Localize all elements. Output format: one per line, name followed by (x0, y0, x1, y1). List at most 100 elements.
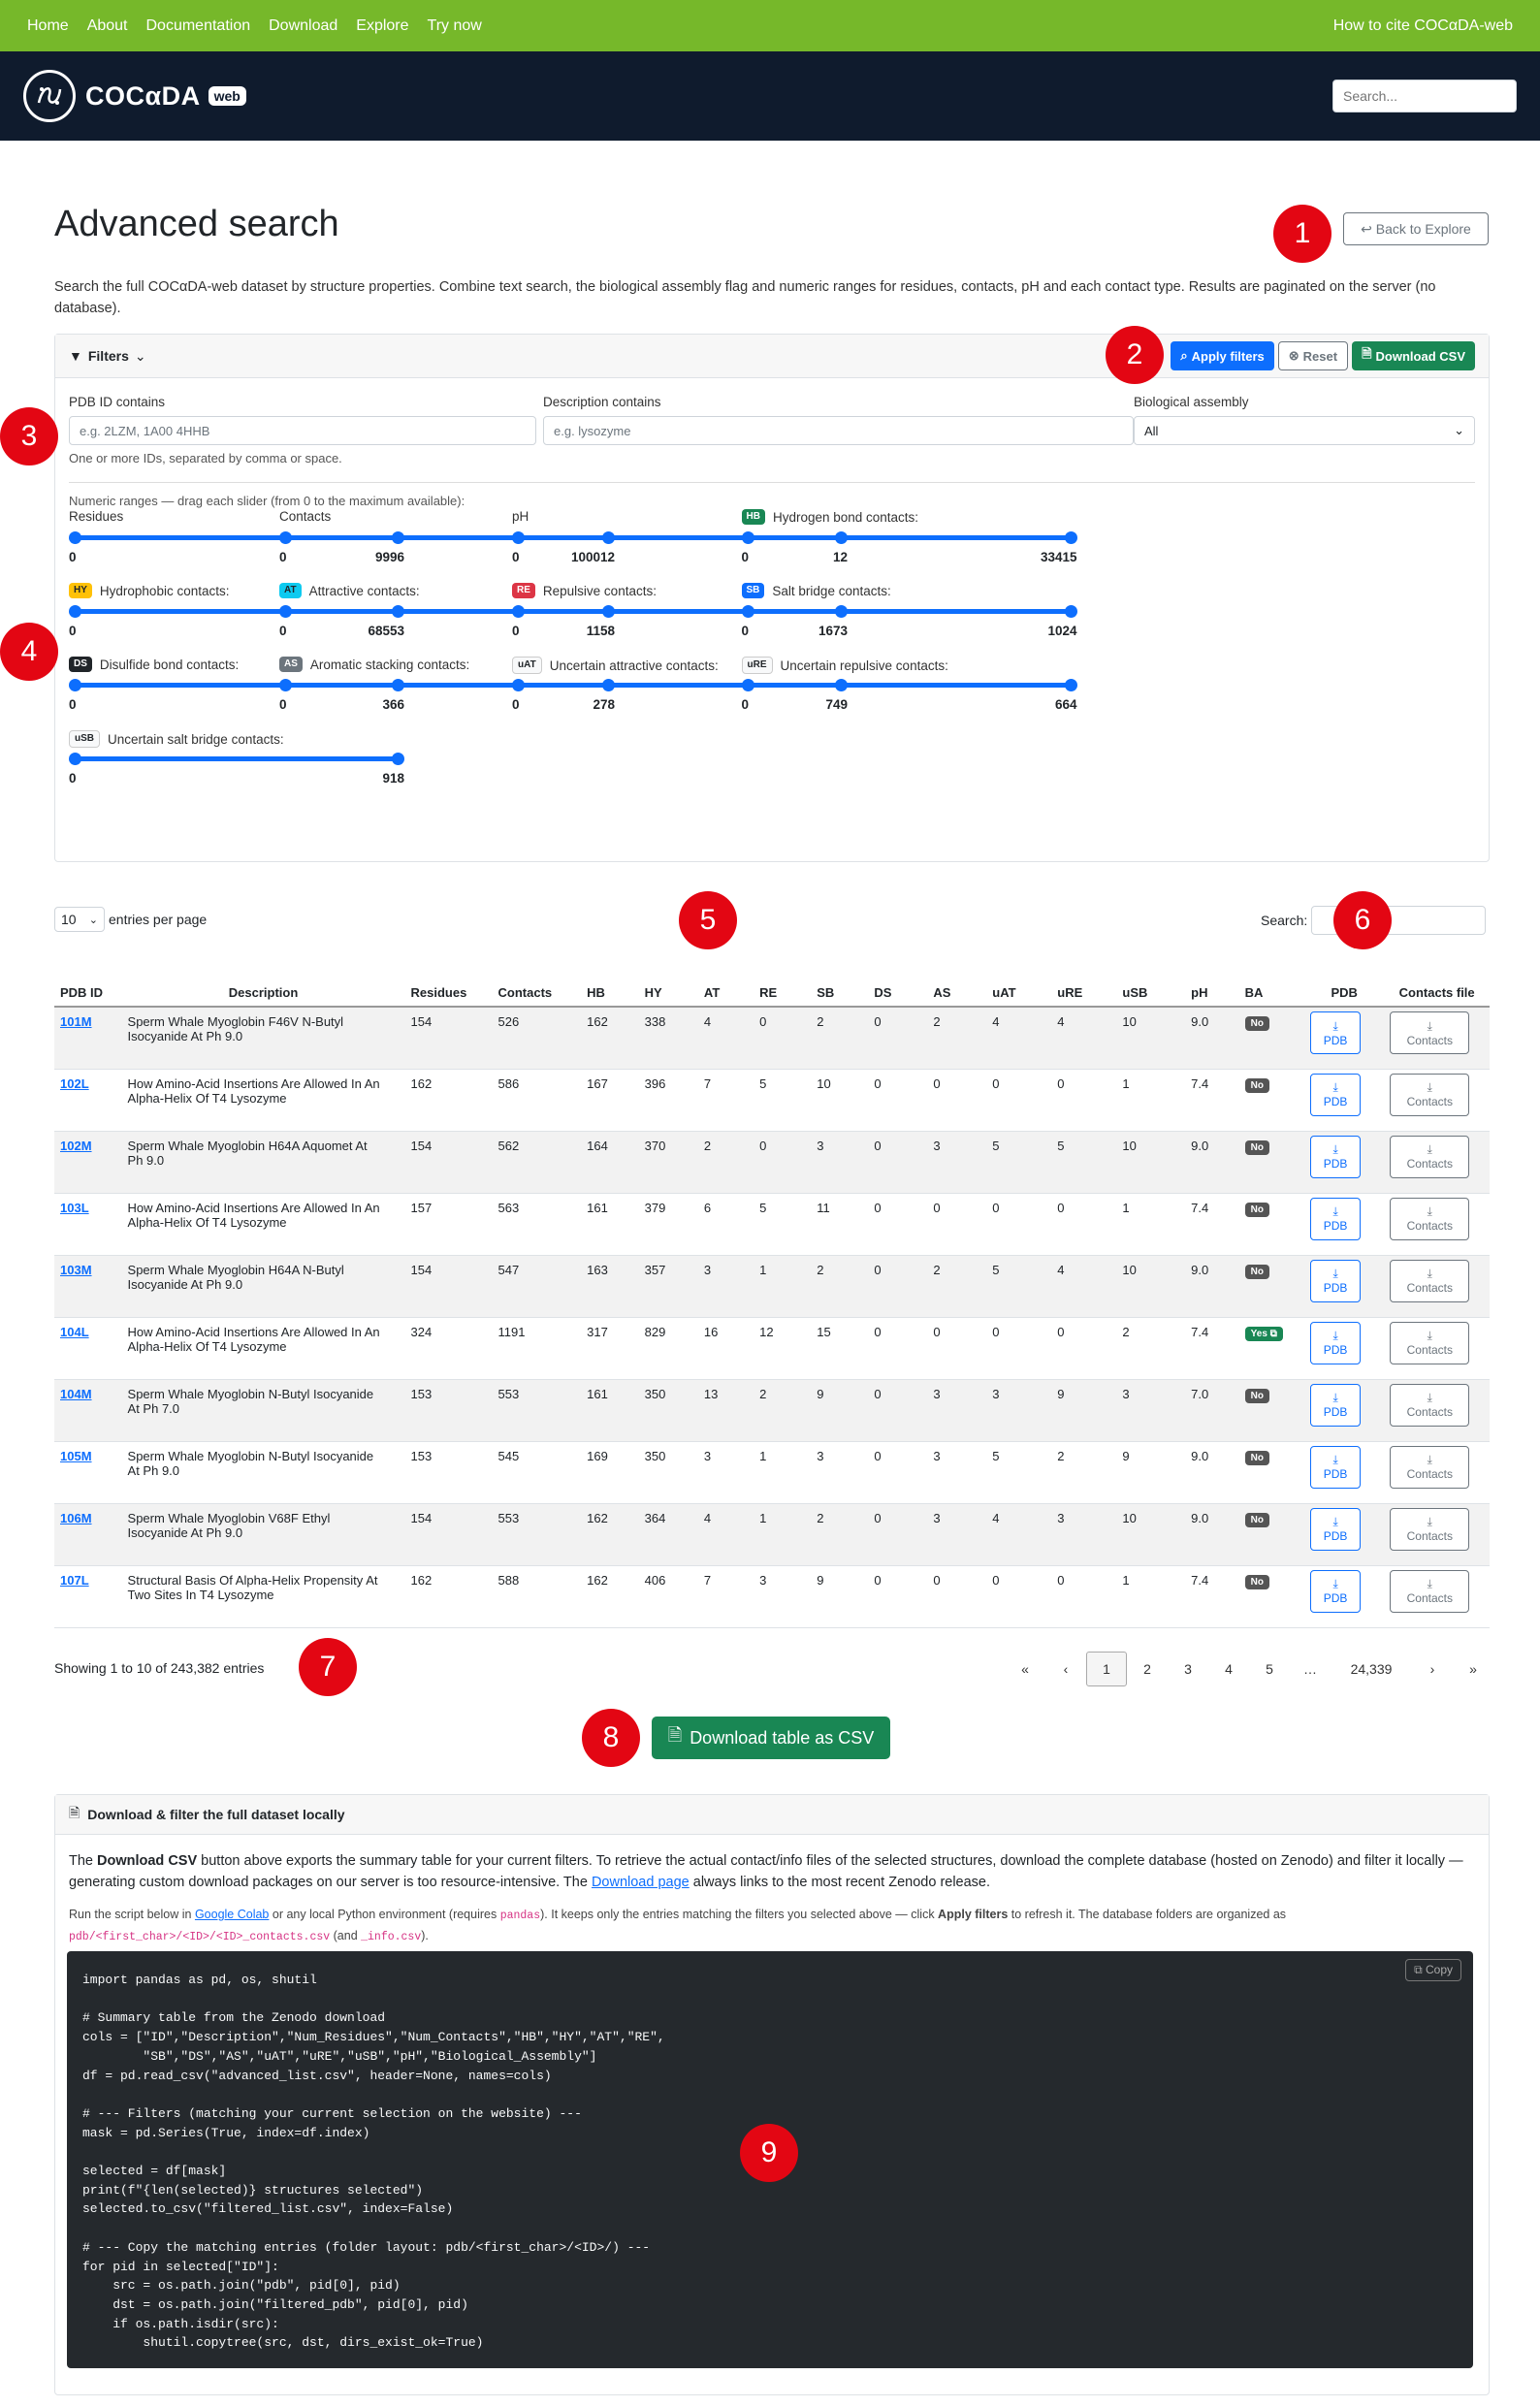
slider-min-handle[interactable] (279, 605, 292, 618)
chevron-down-icon[interactable]: ⌄ (135, 348, 146, 365)
reset-button[interactable]: ⊗ Reset (1277, 341, 1349, 370)
column-header-at[interactable]: AT (697, 955, 754, 1008)
nav-documentation[interactable]: Documentation (146, 17, 251, 35)
pdb-id-link[interactable]: 103M (60, 1263, 92, 1277)
download-page-link[interactable]: Download page (592, 1875, 690, 1890)
slider-min-handle[interactable] (69, 605, 81, 618)
slider-salt-bridge-contacts[interactable]: SB Salt bridge contacts: 0 1024 (741, 583, 1077, 641)
page-link[interactable]: » (1453, 1652, 1493, 1686)
pdb-id-input[interactable]: e.g. 2LZM, 1A00 4HHB (69, 416, 536, 445)
filters-toggle[interactable]: Filters (88, 348, 129, 364)
nav-explore[interactable]: Explore (356, 17, 408, 35)
pdb-download-button[interactable]: ⤓ PDB (1310, 1135, 1362, 1178)
description-input[interactable]: e.g. lysozyme (543, 416, 1134, 445)
biological-assembly-select[interactable]: All ⌄ (1134, 416, 1475, 445)
column-header-hb[interactable]: HB (581, 955, 639, 1008)
slider-max-handle[interactable] (1064, 531, 1077, 544)
column-header-contacts[interactable]: Contacts (492, 955, 582, 1008)
column-header-uat[interactable]: uAT (986, 955, 1052, 1008)
pdb-id-link[interactable]: 104L (60, 1325, 89, 1339)
column-header-ba[interactable]: BA (1238, 955, 1305, 1008)
column-header-contacts-file[interactable]: Contacts file (1384, 955, 1490, 1008)
google-colab-link[interactable]: Google Colab (195, 1908, 269, 1921)
contacts-download-button[interactable]: ⤓ Contacts (1390, 1135, 1470, 1178)
slider-min-handle[interactable] (512, 531, 525, 544)
slider-min-handle[interactable] (69, 753, 81, 765)
pdb-download-button[interactable]: ⤓ PDB (1310, 1383, 1362, 1427)
page-link[interactable]: 2 (1127, 1652, 1168, 1686)
slider-hydrogen-bond-contacts[interactable]: HB Hydrogen bond contacts: 0 33415 (741, 509, 1077, 567)
contacts-download-button[interactable]: ⤓ Contacts (1390, 1507, 1470, 1551)
pdb-id-link[interactable]: 103L (60, 1201, 89, 1215)
pdb-download-button[interactable]: ⤓ PDB (1310, 1011, 1362, 1054)
slider-max-handle[interactable] (1064, 605, 1077, 618)
page-link[interactable]: 24,339 (1331, 1652, 1412, 1686)
slider-track[interactable] (745, 535, 1074, 540)
copy-button[interactable]: ⧉ Copy (1405, 1959, 1461, 1981)
column-header-ph[interactable]: pH (1185, 955, 1239, 1008)
page-link[interactable]: 3 (1168, 1652, 1208, 1686)
slider-track[interactable] (73, 756, 401, 761)
page-link[interactable]: « (1005, 1652, 1045, 1686)
column-header-sb[interactable]: SB (811, 955, 869, 1008)
slider-max-handle[interactable] (1064, 679, 1077, 691)
contacts-download-button[interactable]: ⤓ Contacts (1390, 1445, 1470, 1489)
pdb-download-button[interactable]: ⤓ PDB (1310, 1445, 1362, 1489)
column-header-ure[interactable]: uRE (1051, 955, 1117, 1008)
logo-icon[interactable] (23, 70, 76, 122)
nav-home[interactable]: Home (27, 17, 69, 35)
pdb-download-button[interactable]: ⤓ PDB (1310, 1321, 1362, 1364)
slider-min-handle[interactable] (741, 531, 754, 544)
page-link[interactable]: › (1412, 1652, 1453, 1686)
pdb-id-link[interactable]: 101M (60, 1014, 92, 1029)
pdb-id-link[interactable]: 106M (60, 1511, 92, 1525)
entries-per-page-select[interactable]: 10 ⌄ (54, 907, 105, 932)
pdb-id-link[interactable]: 104M (60, 1387, 92, 1401)
contacts-download-button[interactable]: ⤓ Contacts (1390, 1259, 1470, 1302)
column-header-description[interactable]: Description (121, 955, 405, 1008)
slider-min-handle[interactable] (512, 605, 525, 618)
back-to-explore-button[interactable]: ↩ Back to Explore (1343, 212, 1489, 245)
slider-min-handle[interactable] (512, 679, 525, 691)
slider-min-handle[interactable] (279, 531, 292, 544)
slider-min-handle[interactable] (69, 531, 81, 544)
column-header-re[interactable]: RE (754, 955, 812, 1008)
nav-about[interactable]: About (87, 17, 128, 35)
slider-track[interactable] (745, 683, 1074, 688)
contacts-download-button[interactable]: ⤓ Contacts (1390, 1197, 1470, 1240)
column-header-as[interactable]: AS (927, 955, 987, 1008)
page-link[interactable]: 1 (1086, 1652, 1127, 1686)
biological-assembly-badge[interactable]: Yes ⧉ (1244, 1326, 1283, 1341)
nav-download[interactable]: Download (269, 17, 337, 35)
column-header-pdb[interactable]: PDB (1304, 955, 1385, 1008)
page-link[interactable]: 5 (1249, 1652, 1290, 1686)
download-table-csv-button[interactable]: 🗎 Download table as CSV (652, 1717, 890, 1759)
slider-max-handle[interactable] (392, 753, 404, 765)
pdb-download-button[interactable]: ⤓ PDB (1310, 1259, 1362, 1302)
contacts-download-button[interactable]: ⤓ Contacts (1390, 1569, 1470, 1613)
slider-min-handle[interactable] (741, 679, 754, 691)
slider-uncertain-salt-bridge-contacts[interactable]: uSB Uncertain salt bridge contacts: 0 918 (69, 730, 404, 788)
contacts-download-button[interactable]: ⤓ Contacts (1390, 1073, 1470, 1116)
column-header-residues[interactable]: Residues (404, 955, 493, 1008)
nav-cite[interactable]: How to cite COCαDA-web (1333, 17, 1513, 35)
pdb-download-button[interactable]: ⤓ PDB (1310, 1569, 1362, 1613)
site-search-input[interactable] (1332, 80, 1517, 112)
pdb-id-link[interactable]: 102M (60, 1139, 92, 1153)
slider-min-handle[interactable] (279, 679, 292, 691)
column-header-hy[interactable]: HY (638, 955, 698, 1008)
page-link[interactable]: 4 (1208, 1652, 1249, 1686)
pdb-download-button[interactable]: ⤓ PDB (1310, 1197, 1362, 1240)
apply-filters-button[interactable]: ⌕ Apply filters (1171, 341, 1274, 370)
pdb-id-link[interactable]: 102L (60, 1076, 89, 1091)
nav-try-now[interactable]: Try now (428, 17, 482, 35)
pdb-id-link[interactable]: 107L (60, 1573, 89, 1588)
contacts-download-button[interactable]: ⤓ Contacts (1390, 1383, 1470, 1427)
contacts-download-button[interactable]: ⤓ Contacts (1390, 1011, 1470, 1054)
pdb-download-button[interactable]: ⤓ PDB (1310, 1073, 1362, 1116)
slider-min-handle[interactable] (741, 605, 754, 618)
pdb-download-button[interactable]: ⤓ PDB (1310, 1507, 1362, 1551)
slider-uncertain-repulsive-contacts[interactable]: uRE Uncertain repulsive contacts: 0 664 (741, 657, 1077, 715)
slider-track[interactable] (745, 609, 1074, 614)
page-link[interactable]: ‹ (1045, 1652, 1086, 1686)
